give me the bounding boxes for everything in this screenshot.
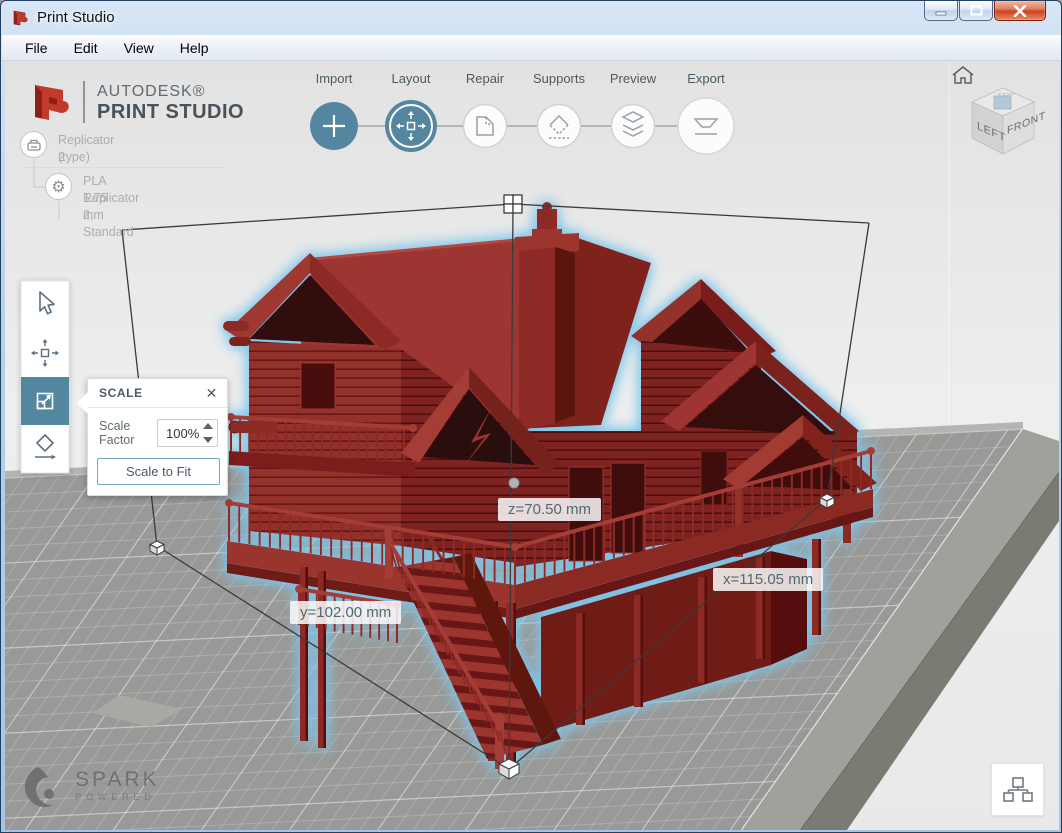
dimension-label-x: x=115.05 mm: [713, 568, 823, 591]
printer-button[interactable]: [20, 131, 47, 158]
app-logo-icon: [12, 9, 30, 27]
workflow-label-import: Import: [316, 71, 353, 86]
maximize-button[interactable]: [959, 1, 993, 21]
viewcube[interactable]: TOP LEFT FRONT: [972, 88, 1046, 154]
viewcube-corner-marker[interactable]: [994, 96, 1011, 109]
titlebar[interactable]: Print Studio: [1, 1, 1061, 35]
stepper-down-icon[interactable]: [203, 437, 213, 443]
window-title: Print Studio: [37, 9, 115, 26]
hierarchy-icon: [1003, 776, 1033, 804]
menu-help[interactable]: Help: [167, 35, 222, 61]
workflow-label-preview: Preview: [610, 71, 657, 86]
scale-panel-title: SCALE: [99, 386, 143, 400]
dimension-label-z: z=70.50 mm: [498, 498, 601, 521]
top-scale-handle[interactable]: [504, 195, 522, 213]
workflow-step-layout[interactable]: [385, 100, 437, 152]
brand-block: AUTODESK® PRINT STUDIO: [29, 79, 244, 125]
home-icon: [953, 67, 973, 75]
workflow-step-export[interactable]: [678, 98, 734, 154]
workflow-step-preview[interactable]: [612, 105, 655, 148]
scale-panel-close-icon[interactable]: ✕: [206, 379, 218, 408]
workflow-label-repair: Repair: [466, 71, 505, 86]
maximize-icon: [970, 5, 983, 16]
center-handle[interactable]: [509, 478, 519, 488]
material-settings-button[interactable]: ⚙: [45, 173, 72, 200]
close-button[interactable]: [994, 1, 1046, 21]
home-button[interactable]: [953, 67, 973, 83]
workflow-step-repair[interactable]: [464, 105, 507, 148]
stepper-up-icon[interactable]: [203, 423, 213, 429]
menu-edit[interactable]: Edit: [61, 35, 111, 61]
workflow-step-supports[interactable]: [538, 105, 581, 148]
gear-icon: ⚙: [51, 177, 65, 197]
printer-profile: Replicator 2, Standard: [83, 190, 139, 241]
scale-to-fit-button[interactable]: Scale to Fit: [97, 458, 220, 485]
viewcube-top-label: TOP: [997, 91, 1016, 97]
workflow-label-export: Export: [687, 71, 725, 86]
spark-branding: SPARK POWERED: [23, 764, 160, 810]
printer-type: (type): [58, 149, 90, 166]
printer-icon: [26, 138, 42, 152]
close-icon: [1013, 5, 1027, 17]
workflow-step-import[interactable]: [310, 102, 358, 150]
spark-text: SPARK: [75, 769, 160, 791]
dimension-label-y: y=102.00 mm: [290, 601, 401, 624]
brand-product: PRINT STUDIO: [97, 101, 244, 123]
minimize-button[interactable]: [924, 1, 958, 21]
tools-toolbar: [17, 277, 87, 479]
tool-scale[interactable]: [21, 377, 69, 425]
print-studio-logo-icon: [29, 79, 75, 125]
scale-factor-label: Scale Factor: [99, 419, 157, 447]
scale-panel-header: SCALE ✕: [88, 379, 227, 408]
scale-panel: SCALE ✕ Scale Factor Scale to Fit: [87, 378, 228, 496]
app-window: Print Studio File Edit View Help: [0, 0, 1062, 833]
workflow-label-supports: Supports: [533, 71, 586, 86]
scale-factor-stepper[interactable]: [203, 423, 214, 443]
spark-logo-icon: [23, 764, 65, 810]
spark-powered-text: POWERED: [75, 791, 160, 805]
menu-view[interactable]: View: [111, 35, 167, 61]
menubar: File Edit View Help: [2, 35, 1062, 61]
viewcube-widget: TOP LEFT FRONT: [946, 59, 1062, 169]
menu-file[interactable]: File: [12, 35, 61, 61]
workflow-label-layout: Layout: [391, 71, 430, 86]
minimize-icon: [935, 6, 947, 16]
printer-divider: [21, 167, 227, 168]
platform-layout-button[interactable]: [991, 763, 1044, 816]
brand-divider: [83, 81, 85, 123]
workflow-toolbar: Import Layout Repair Supports Preview Ex…: [281, 59, 751, 155]
brand-maker: AUTODESK®: [97, 82, 244, 101]
